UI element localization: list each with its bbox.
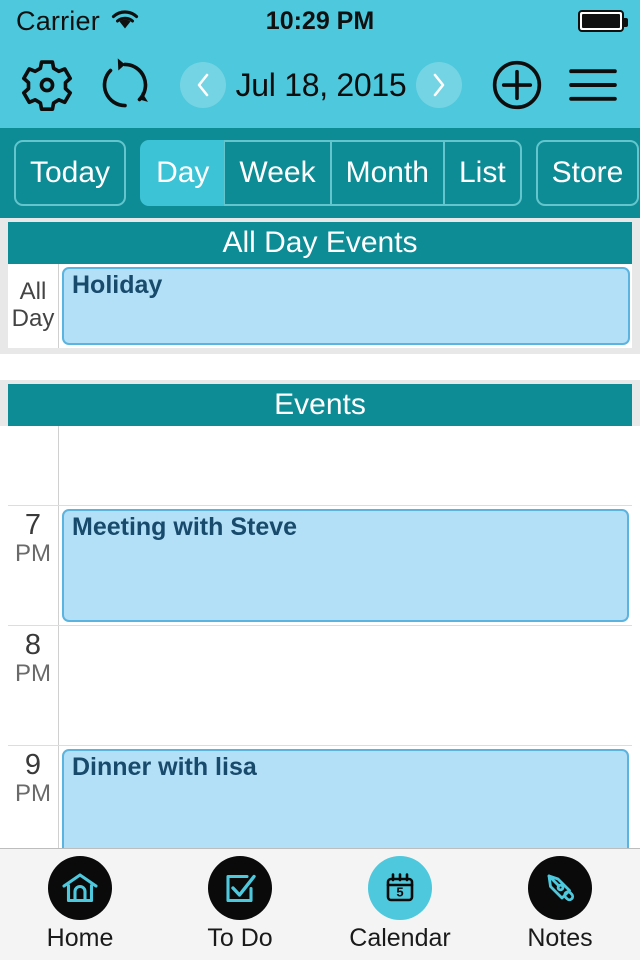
plus-circle-icon xyxy=(492,60,542,110)
hour-number: 8 xyxy=(24,629,42,661)
previous-day-button[interactable] xyxy=(179,62,226,108)
events-scroll-area[interactable]: PM 7 PM Meeting with Steve 8 PM xyxy=(8,426,632,848)
all-day-event-holiday[interactable]: Holiday xyxy=(62,267,630,345)
table-row[interactable]: 7 PM Meeting with Steve xyxy=(8,506,632,626)
refresh-icon xyxy=(102,58,148,108)
all-day-empty-filler xyxy=(8,354,632,380)
tab-todo-label: To Do xyxy=(207,924,273,952)
tab-day[interactable]: Day xyxy=(140,140,225,206)
gear-icon xyxy=(21,60,73,111)
settings-button[interactable] xyxy=(14,52,80,118)
tab-month[interactable]: Month xyxy=(330,140,444,206)
store-button[interactable]: Store xyxy=(535,140,640,206)
menu-button[interactable] xyxy=(560,52,626,118)
hour-grid: PM 7 PM Meeting with Steve 8 PM xyxy=(8,426,632,848)
current-date-label: Jul 18, 2015 xyxy=(235,66,407,103)
hour-slot-9pm[interactable]: Dinner with lisa xyxy=(59,746,632,848)
hour-meridiem: PM xyxy=(15,540,51,568)
today-button[interactable]: Today xyxy=(14,140,127,206)
view-selector-bar: Today Day Week Month List Store xyxy=(0,128,640,218)
next-day-button[interactable] xyxy=(416,62,463,108)
hamburger-menu-icon xyxy=(569,69,617,101)
hour-number: 9 xyxy=(24,749,42,781)
all-day-row: All Day Holiday xyxy=(8,264,632,348)
battery-full-icon xyxy=(578,10,628,32)
view-segmented-control: Day Week Month List xyxy=(140,140,522,206)
hour-meridiem: PM xyxy=(15,780,51,808)
chevron-right-icon xyxy=(434,73,445,97)
tab-calendar-label: Calendar xyxy=(349,924,451,952)
table-row[interactable]: 9 PM Dinner with lisa xyxy=(8,746,632,848)
carrier-label: Carrier xyxy=(16,5,100,36)
status-bar: Carrier 10:29 PM xyxy=(0,0,640,42)
hour-meridiem: PM xyxy=(15,660,51,688)
hour-label-6pm: PM xyxy=(8,426,59,505)
status-bar-right xyxy=(578,10,628,32)
all-day-label-line1: All xyxy=(19,278,47,306)
hour-slot-6pm[interactable] xyxy=(59,426,632,505)
sync-button[interactable] xyxy=(92,52,158,118)
pen-nib-icon xyxy=(528,856,592,920)
date-navigator: Jul 18, 2015 xyxy=(158,62,484,108)
table-row[interactable]: 8 PM xyxy=(8,626,632,746)
calendar-icon: 5 xyxy=(368,856,432,920)
hour-label-9pm: 9 PM xyxy=(8,746,59,848)
checkbox-icon xyxy=(208,856,272,920)
all-day-event-slot[interactable]: Holiday xyxy=(59,264,632,348)
hour-label-7pm: 7 PM xyxy=(8,506,59,625)
status-bar-left: Carrier xyxy=(16,6,140,37)
navigation-bar: Jul 18, 2015 xyxy=(0,42,640,128)
tab-notes[interactable]: Notes xyxy=(480,849,640,960)
bottom-tab-bar: Home To Do 5 Calendar Notes xyxy=(0,848,640,960)
hour-slot-8pm[interactable] xyxy=(59,626,632,745)
wifi-icon xyxy=(110,7,140,36)
calendar-app-screen: Carrier 10:29 PM Jul 18, 2015 Today Day … xyxy=(0,0,640,960)
chevron-left-icon xyxy=(197,73,208,97)
hour-slot-7pm[interactable]: Meeting with Steve xyxy=(59,506,632,625)
hour-label-8pm: 8 PM xyxy=(8,626,59,745)
home-icon xyxy=(48,856,112,920)
all-day-section: All Day Events xyxy=(0,218,640,264)
event-meeting-with-steve[interactable]: Meeting with Steve xyxy=(62,509,629,622)
events-section-header: Events xyxy=(8,384,632,426)
table-row[interactable]: PM xyxy=(8,426,632,506)
all-day-row-label: All Day xyxy=(8,264,59,348)
all-day-section-header: All Day Events xyxy=(8,222,632,264)
all-day-label-line2: Day xyxy=(11,305,55,332)
event-dinner-with-lisa[interactable]: Dinner with lisa xyxy=(62,749,629,848)
tab-home[interactable]: Home xyxy=(0,849,160,960)
add-event-button[interactable] xyxy=(484,52,550,118)
tab-list[interactable]: List xyxy=(443,140,522,206)
tab-notes-label: Notes xyxy=(527,924,593,952)
hour-number: 7 xyxy=(24,509,42,541)
tab-todo[interactable]: To Do xyxy=(160,849,320,960)
all-day-band: All Day Holiday xyxy=(0,264,640,354)
tab-calendar[interactable]: 5 Calendar xyxy=(320,849,480,960)
calendar-icon-day-number: 5 xyxy=(396,885,403,900)
events-section: Events xyxy=(0,380,640,426)
tab-home-label: Home xyxy=(46,924,114,952)
tab-week[interactable]: Week xyxy=(224,140,331,206)
